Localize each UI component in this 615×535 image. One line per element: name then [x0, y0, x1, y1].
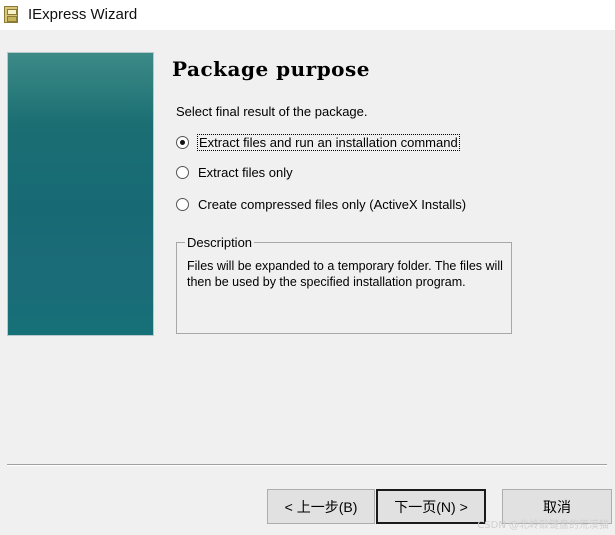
description-text: Files will be expanded to a temporary fo… — [187, 259, 503, 289]
back-button[interactable]: < 上一步(B) — [267, 489, 375, 524]
option-extract-and-run[interactable]: Extract files and run an installation co… — [176, 132, 460, 152]
radio-extract-and-run[interactable] — [176, 135, 189, 149]
title-bar: IExpress Wizard — [0, 0, 615, 30]
page-title: Package purpose — [172, 57, 370, 81]
description-legend: Description — [185, 235, 255, 250]
radio-compressed-only[interactable] — [176, 197, 189, 211]
radio-extract-only[interactable] — [176, 165, 189, 179]
option-label: Create compressed files only (ActiveX In… — [198, 196, 467, 212]
next-button[interactable]: 下一页(N) > — [376, 489, 486, 524]
option-label: Extract files only — [198, 164, 293, 180]
option-label: Extract files and run an installation co… — [197, 133, 460, 151]
watermark: CSDN @北岭敲键盘的荒漠猫 — [477, 520, 609, 531]
iexpress-app-icon — [4, 6, 18, 23]
window-title: IExpress Wizard — [28, 6, 138, 23]
footer-separator — [7, 464, 607, 466]
wizard-banner-image — [7, 52, 154, 336]
option-compressed-only[interactable]: Create compressed files only (ActiveX In… — [176, 194, 466, 214]
instruction-text: Select final result of the package. — [176, 104, 368, 119]
option-extract-only[interactable]: Extract files only — [176, 162, 293, 182]
description-groupbox: Description Files will be expanded to a … — [176, 235, 512, 334]
